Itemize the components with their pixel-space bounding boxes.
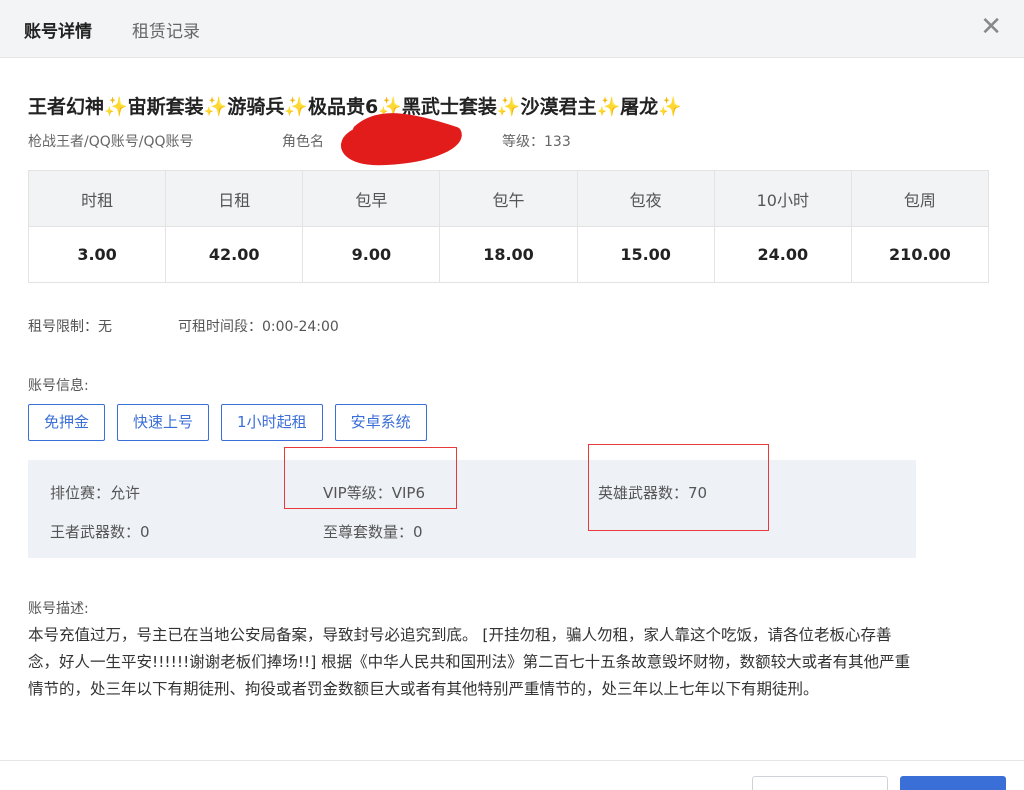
- price-header: 包早: [302, 170, 441, 227]
- price-value: 3.00: [27, 226, 167, 283]
- account-level: 等级：133: [502, 134, 571, 150]
- king-weapon-count: 王者武器数：0: [50, 523, 150, 541]
- tab-account-detail[interactable]: 账号详情: [24, 17, 92, 42]
- tag-no-deposit[interactable]: 免押金: [28, 404, 106, 441]
- price-header: 包午: [439, 170, 578, 227]
- tag-quick-login[interactable]: 快速上号: [117, 404, 210, 441]
- redaction-scribble: [341, 113, 462, 166]
- account-tags: 免押金 快速上号 1小时起租 安卓系统: [28, 404, 427, 441]
- ranked-status: 排位赛：允许: [50, 484, 141, 502]
- account-platform: 枪战王者/QQ账号/QQ账号: [28, 134, 194, 150]
- price-value: 24.00: [713, 226, 852, 283]
- close-icon[interactable]: ✕: [980, 14, 1002, 40]
- price-value: 9.00: [302, 226, 441, 283]
- account-info-label: 账号信息:: [28, 378, 89, 394]
- price-header: 日租: [165, 170, 304, 227]
- description-label: 账号描述:: [28, 601, 89, 617]
- dialog-header: 账号详情 租赁记录 ✕: [0, 0, 1024, 58]
- price-header: 10小时: [713, 170, 852, 227]
- cancel-button[interactable]: [752, 776, 888, 790]
- account-info-box: [28, 460, 916, 558]
- price-header: 时租: [27, 170, 167, 227]
- tag-android-system[interactable]: 安卓系统: [334, 404, 427, 441]
- confirm-button[interactable]: [900, 776, 1006, 790]
- rental-time-window: 可租时间段：0:00-24:00: [178, 319, 339, 335]
- price-value: 42.00: [165, 226, 304, 283]
- pricing-table: 时租 日租 包早 包午 包夜 10小时 包周 3.00 42.00 9.00 1…: [27, 170, 990, 283]
- rental-restriction: 租号限制：无: [28, 319, 112, 335]
- price-header: 包周: [850, 170, 990, 227]
- highlight-box-vip: [284, 447, 457, 509]
- highlight-box-hero-weapons: [588, 444, 769, 531]
- price-value: 18.00: [439, 226, 578, 283]
- role-name-label: 角色名: [282, 134, 324, 150]
- account-description: 本号充值过万，号主已在当地公安局备案，导致封号必追究到底。 [开挂勿租，骗人勿租…: [28, 626, 911, 698]
- supreme-set-count: 至尊套数量：0: [323, 523, 423, 541]
- price-value: 210.00: [850, 226, 990, 283]
- price-value: 15.00: [576, 226, 715, 283]
- tag-one-hour-min[interactable]: 1小时起租: [221, 404, 323, 441]
- tab-rental-records[interactable]: 租赁记录: [132, 17, 200, 42]
- price-header: 包夜: [576, 170, 715, 227]
